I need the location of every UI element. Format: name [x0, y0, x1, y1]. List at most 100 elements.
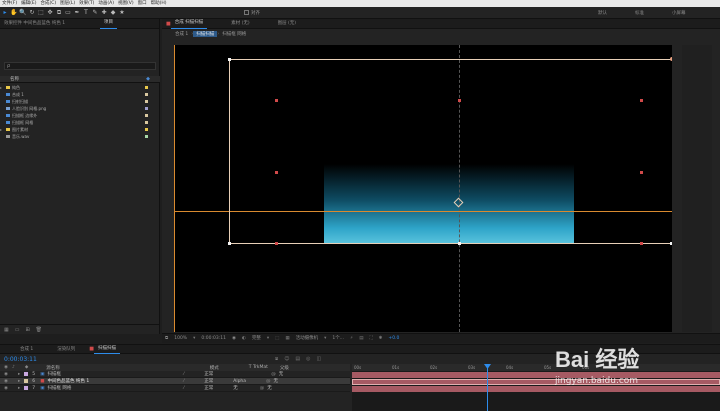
- layer-name[interactable]: 扫描框: [47, 371, 127, 377]
- transform-handle-bottom-right[interactable]: [670, 242, 672, 245]
- composition-canvas[interactable]: [174, 45, 672, 332]
- mask-vertex[interactable]: [275, 171, 278, 174]
- timeline-icon[interactable]: ▤: [356, 334, 366, 344]
- parent-dropdown[interactable]: 无: [267, 385, 272, 391]
- parent-pickwhip-icon[interactable]: @: [271, 372, 276, 377]
- view-layout-dropdown[interactable]: 1个...: [329, 334, 347, 344]
- parent-pickwhip-icon[interactable]: @: [266, 379, 271, 384]
- parent-dropdown[interactable]: 无: [274, 378, 279, 384]
- label-color-swatch[interactable]: [145, 114, 148, 117]
- active-camera-dropdown[interactable]: 活动摄像机: [293, 334, 322, 344]
- mask-vertex[interactable]: [275, 99, 278, 102]
- transform-handle-top-right[interactable]: [670, 57, 672, 61]
- layer-label-color[interactable]: [24, 372, 29, 376]
- new-composition-icon[interactable]: ⊞: [25, 327, 29, 333]
- camera-tool-icon[interactable]: ⬚: [37, 8, 45, 18]
- label-color-swatch[interactable]: [145, 135, 148, 138]
- tab-layer[interactable]: 图层 (无): [274, 19, 300, 29]
- delete-icon[interactable]: 🗑: [36, 327, 42, 333]
- mask-vertex[interactable]: [640, 242, 643, 245]
- layer-label-color[interactable]: [24, 386, 29, 390]
- transform-handle-top-left[interactable]: [228, 58, 231, 61]
- tab-project[interactable]: 项目: [100, 18, 117, 29]
- table-row[interactable]: ◉ ▸ 7 ▣ 扫描框 网格 ⁄ 正常 无 @ 无: [0, 385, 350, 392]
- brush-tool-icon[interactable]: ✎: [91, 8, 99, 18]
- tab-scan-comp[interactable]: 扫描扫描: [94, 344, 121, 354]
- expand-arrow-icon[interactable]: ▸: [0, 85, 4, 90]
- shy-layers-icon[interactable]: ☺: [284, 356, 289, 362]
- layer-label-color[interactable]: [24, 379, 29, 383]
- expand-arrow-icon[interactable]: ▸: [18, 386, 20, 391]
- graph-editor-icon[interactable]: ◫: [317, 356, 322, 362]
- transform-handle-bottom-left[interactable]: [228, 242, 231, 245]
- transparency-grid-icon[interactable]: ▦: [282, 334, 292, 344]
- rectangle-tool-icon[interactable]: ▭: [64, 8, 72, 18]
- mask-tool-icon[interactable]: ⧉: [55, 8, 63, 18]
- snap-checkbox[interactable]: [244, 10, 249, 15]
- expand-arrow-icon[interactable]: ▸: [0, 127, 4, 132]
- menu-composition[interactable]: 合成(C): [38, 0, 58, 7]
- label-color-swatch[interactable]: [145, 107, 148, 110]
- menu-file[interactable]: 文件(F): [0, 0, 19, 7]
- eraser-tool-icon[interactable]: ◆: [109, 8, 117, 18]
- source-name-header[interactable]: 源名称: [46, 365, 60, 371]
- hand-tool-icon[interactable]: ✋: [10, 8, 18, 18]
- list-item[interactable]: 人脸识别 网格.png: [0, 105, 160, 112]
- list-item[interactable]: 扫描框 网格: [0, 119, 160, 126]
- timecode-display[interactable]: 0:00:03:11: [198, 334, 229, 344]
- mask-vertex[interactable]: [640, 171, 643, 174]
- parent-dropdown[interactable]: 无: [279, 371, 284, 377]
- menu-help[interactable]: 帮助(H): [149, 0, 169, 7]
- transform-handle-bottom-center[interactable]: [458, 242, 461, 245]
- motion-blur-icon[interactable]: ◎: [306, 356, 310, 362]
- project-search-input[interactable]: ρ: [4, 62, 156, 70]
- interpret-footage-icon[interactable]: ▦: [4, 327, 9, 333]
- visibility-eye-icon[interactable]: ◉: [4, 372, 8, 377]
- switches-icon[interactable]: ⁄: [183, 372, 184, 377]
- switches-icon[interactable]: ⁄: [183, 379, 184, 384]
- mask-vertex[interactable]: [640, 99, 643, 102]
- draft-3d-icon[interactable]: ⧈: [275, 356, 278, 362]
- current-time-display[interactable]: 0:00:03:11: [0, 356, 60, 363]
- blend-mode-dropdown[interactable]: 正常: [204, 385, 213, 391]
- selection-tool-icon[interactable]: ▸: [1, 8, 9, 18]
- layer-bar[interactable]: [352, 379, 720, 385]
- menu-view[interactable]: 视图(V): [116, 0, 136, 7]
- breadcrumb-scan-grid[interactable]: 扫描框 网格: [219, 31, 249, 37]
- playhead[interactable]: [487, 364, 488, 411]
- visibility-eye-icon[interactable]: ◉: [4, 379, 8, 384]
- parent-header[interactable]: 父级: [280, 365, 289, 371]
- menu-animation[interactable]: 动画(A): [96, 0, 116, 7]
- magnification-icon[interactable]: ⧉: [162, 334, 171, 344]
- frame-blending-icon[interactable]: ▤: [295, 356, 300, 362]
- label-color-swatch[interactable]: [145, 93, 148, 96]
- puppet-tool-icon[interactable]: ★: [118, 8, 126, 18]
- flowchart-icon[interactable]: ⛶: [366, 334, 375, 344]
- label-color-swatch[interactable]: [145, 121, 148, 124]
- tab-render-queue[interactable]: 渲染队列: [53, 345, 79, 354]
- tab-effect-controls[interactable]: 效果控件 中间色品蓝色 纯色 1: [0, 19, 100, 29]
- blend-mode-dropdown[interactable]: 正常: [204, 371, 213, 377]
- label-color-swatch[interactable]: [145, 86, 148, 89]
- switches-icon[interactable]: ⁄: [183, 386, 184, 391]
- reset-exposure-icon[interactable]: ✱: [376, 334, 386, 344]
- time-ruler[interactable]: 00s 01s 02s 03s 04s 05s 06s: [352, 364, 720, 371]
- resolution-dropdown[interactable]: 完整: [249, 334, 264, 344]
- table-row[interactable]: ◉ ▸ 6 ■ 中间色品蓝色 纯色 1 ⁄ 正常 Alpha @ 无: [0, 378, 350, 385]
- list-item[interactable]: 合成 1: [0, 91, 160, 98]
- mask-vertex[interactable]: [275, 242, 278, 245]
- parent-pickwhip-icon[interactable]: @: [260, 386, 265, 391]
- menu-layer[interactable]: 图层(L): [58, 0, 77, 7]
- blend-mode-dropdown[interactable]: 正常: [204, 378, 213, 384]
- mask-vertex[interactable]: [458, 99, 461, 102]
- lock-icon[interactable]: ■: [162, 21, 171, 27]
- track-matte-header[interactable]: T TrkMat: [249, 365, 268, 370]
- rotate-tool-icon[interactable]: ↻: [28, 8, 36, 18]
- new-folder-icon[interactable]: ▭: [15, 327, 20, 333]
- breadcrumb-scan-comp[interactable]: 扫描扫描: [193, 30, 218, 37]
- visibility-eye-icon[interactable]: ◉: [4, 386, 8, 391]
- vertical-orange-guide[interactable]: [174, 45, 175, 332]
- timeline-track-area[interactable]: [352, 364, 720, 411]
- list-item[interactable]: ▸ 纯色: [0, 84, 160, 91]
- camera-snapshot-icon[interactable]: ◉: [229, 334, 239, 344]
